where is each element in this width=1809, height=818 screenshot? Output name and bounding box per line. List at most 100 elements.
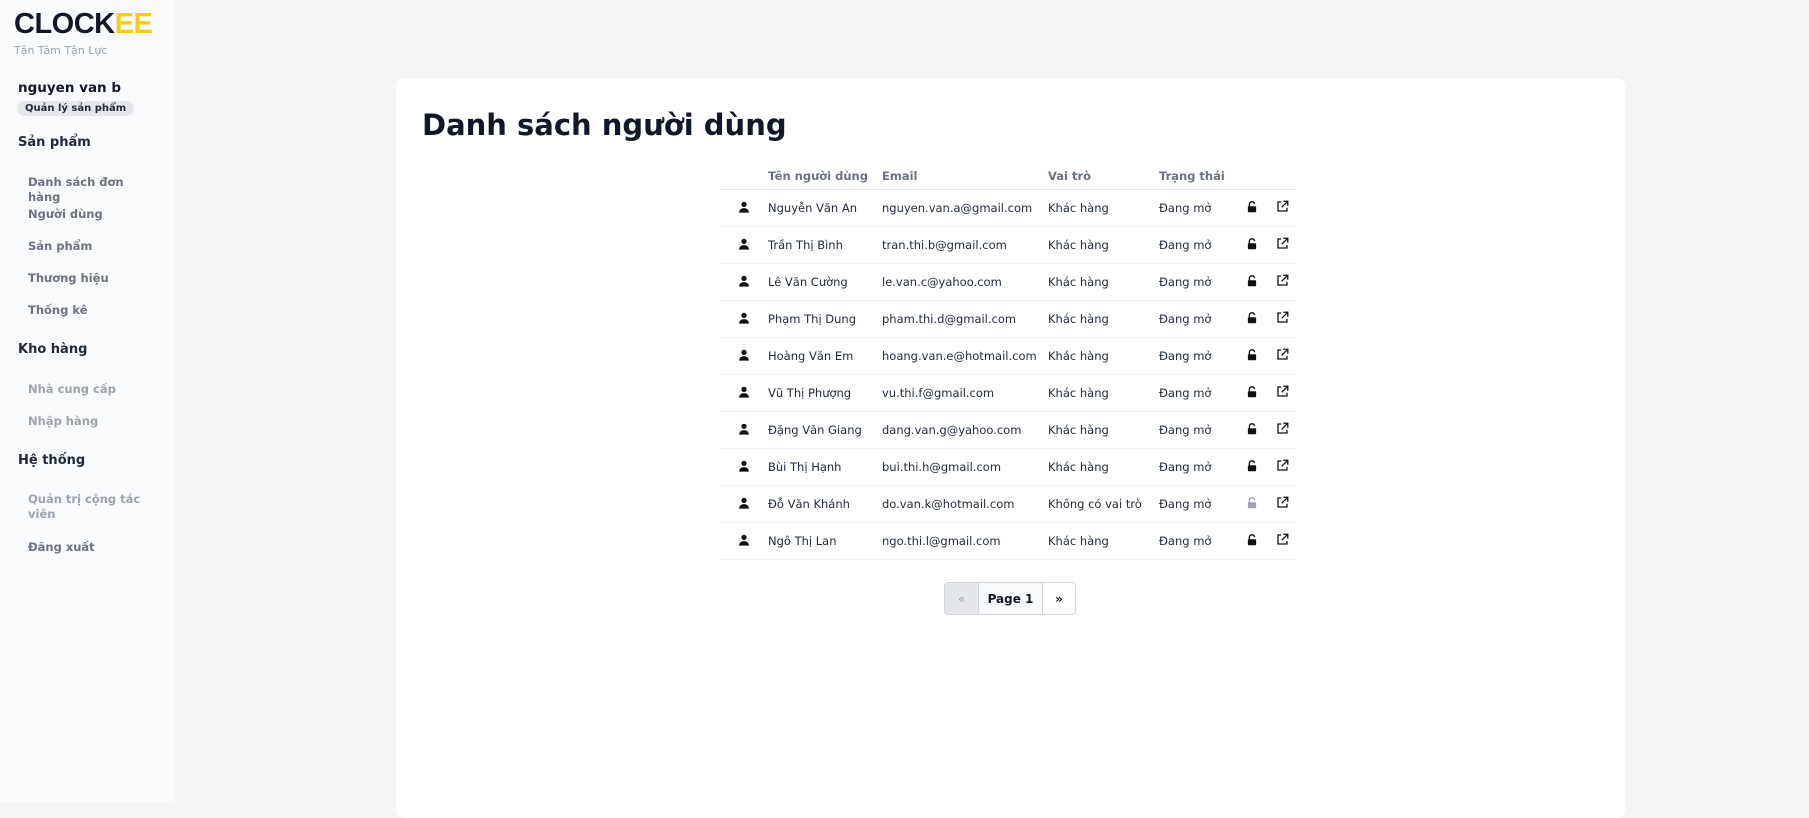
table-row[interactable]: Bùi Thị Hạnh bui.thi.h@gmail.com Khác hàng… bbox=[720, 448, 1297, 486]
cell-role: Khác hàng bbox=[1048, 189, 1159, 227]
cell-role: Khác hàng bbox=[1048, 448, 1159, 486]
cell-name: Nguyễn Văn An bbox=[768, 189, 882, 227]
sidebar-item-logout[interactable]: Đăng xuất bbox=[28, 540, 158, 555]
cell-email: dang.van.g@yahoo.com bbox=[882, 411, 1048, 449]
header-status[interactable]: Trạng thái bbox=[1159, 162, 1237, 190]
unlock-icon[interactable] bbox=[1246, 422, 1258, 438]
sidebar-item-imports[interactable]: Nhập hàng bbox=[28, 414, 158, 429]
user-icon bbox=[738, 460, 750, 475]
table-row[interactable]: Đỗ Văn Khánh do.van.k@hotmail.com Không có… bbox=[720, 485, 1297, 523]
sidebar-item-products[interactable]: Sản phẩm bbox=[28, 239, 158, 254]
table-row[interactable]: Ngô Thị Lan ngo.thi.l@gmail.com Khác hàng Đ… bbox=[720, 522, 1297, 560]
header-lock-col bbox=[1237, 162, 1267, 190]
external-link-icon[interactable] bbox=[1276, 422, 1289, 438]
table-row[interactable]: Trần Thị Bình tran.thi.b@gmail.com Khác hà… bbox=[720, 226, 1297, 264]
cell-name: Đỗ Văn Khánh bbox=[768, 485, 882, 523]
cell-name: Bùi Thị Hạnh bbox=[768, 448, 882, 486]
external-link-icon[interactable] bbox=[1276, 274, 1289, 290]
tagline: Tận Tâm Tận Lực bbox=[14, 44, 108, 57]
cell-name: Lê Văn Cường bbox=[768, 263, 882, 301]
header-email[interactable]: Email bbox=[882, 162, 1048, 190]
user-role-badge: Quản lý sản phẩm bbox=[17, 101, 135, 116]
external-link-icon[interactable] bbox=[1276, 348, 1289, 364]
table-row[interactable]: Đặng Văn Giang dang.van.g@yahoo.com Khác h… bbox=[720, 411, 1297, 449]
logo[interactable]: CLOCKEE bbox=[14, 8, 153, 40]
sidebar-item-users[interactable]: Người dùng bbox=[28, 207, 158, 222]
user-name: nguyen van b bbox=[18, 80, 122, 96]
external-link-icon[interactable] bbox=[1276, 496, 1289, 512]
unlock-icon[interactable] bbox=[1246, 533, 1258, 549]
cell-role: Khác hàng bbox=[1048, 411, 1159, 449]
cell-status: Đang mở bbox=[1159, 337, 1237, 375]
cell-name: Hoàng Văn Em bbox=[768, 337, 882, 375]
cell-email: vu.thi.f@gmail.com bbox=[882, 374, 1048, 412]
users-table: Tên người dùng Email Vai trò Trạng thái … bbox=[720, 162, 1297, 560]
external-link-icon[interactable] bbox=[1276, 311, 1289, 327]
cell-status: Đang mở bbox=[1159, 226, 1237, 264]
section-title-warehouse: Kho hàng bbox=[18, 342, 88, 357]
cell-name: Ngô Thị Lan bbox=[768, 522, 882, 560]
table-header-row: Tên người dùng Email Vai trò Trạng thái bbox=[720, 162, 1297, 190]
external-link-icon[interactable] bbox=[1276, 200, 1289, 216]
cell-status: Đang mở bbox=[1159, 411, 1237, 449]
cell-role: Khác hàng bbox=[1048, 337, 1159, 375]
table-row[interactable]: Lê Văn Cường le.van.c@yahoo.com Khác hàng Đ… bbox=[720, 263, 1297, 301]
next-page-button[interactable]: » bbox=[1043, 583, 1075, 614]
cell-email: ngo.thi.l@gmail.com bbox=[882, 522, 1048, 560]
cell-status: Đang mở bbox=[1159, 263, 1237, 301]
user-icon bbox=[738, 275, 750, 290]
cell-email: nguyen.van.a@gmail.com bbox=[882, 189, 1048, 227]
unlock-icon[interactable] bbox=[1246, 385, 1258, 401]
cell-email: do.van.k@hotmail.com bbox=[882, 485, 1048, 523]
cell-name: Trần Thị Bình bbox=[768, 226, 882, 264]
cell-email: hoang.van.e@hotmail.com bbox=[882, 337, 1048, 375]
sidebar-item-suppliers[interactable]: Nhà cung cấp bbox=[28, 382, 158, 397]
header-name[interactable]: Tên người dùng bbox=[768, 162, 882, 190]
sidebar: CLOCKEE Tận Tâm Tận Lực nguyen van b Quả… bbox=[0, 0, 175, 803]
cell-status: Đang mở bbox=[1159, 448, 1237, 486]
cell-role: Khác hàng bbox=[1048, 226, 1159, 264]
cell-role: Khác hàng bbox=[1048, 300, 1159, 338]
table-row[interactable]: Vũ Thị Phượng vu.thi.f@gmail.com Khác hàng… bbox=[720, 374, 1297, 412]
sidebar-item-collaborators[interactable]: Quản trị cộng tác viên bbox=[28, 492, 143, 522]
cell-email: tran.thi.b@gmail.com bbox=[882, 226, 1048, 264]
unlock-icon[interactable] bbox=[1246, 200, 1258, 216]
current-page: Page 1 bbox=[979, 583, 1043, 614]
cell-name: Vũ Thị Phượng bbox=[768, 374, 882, 412]
sidebar-item-statistics[interactable]: Thống kê bbox=[28, 303, 158, 318]
cell-role: Khác hàng bbox=[1048, 263, 1159, 301]
header-role[interactable]: Vai trò bbox=[1048, 162, 1159, 190]
cell-role: Khác hàng bbox=[1048, 522, 1159, 560]
external-link-icon[interactable] bbox=[1276, 459, 1289, 475]
cell-name: Phạm Thị Dung bbox=[768, 300, 882, 338]
user-icon bbox=[738, 534, 750, 549]
table-row[interactable]: Hoàng Văn Em hoang.van.e@hotmail.com Khác … bbox=[720, 337, 1297, 375]
page-title: Danh sách người dùng bbox=[422, 108, 787, 142]
prev-page-button[interactable]: « bbox=[945, 583, 979, 614]
unlock-icon[interactable] bbox=[1246, 311, 1258, 327]
section-title-system: Hệ thống bbox=[18, 453, 86, 468]
main-card: Danh sách người dùng Tên người dùng Emai… bbox=[396, 78, 1625, 818]
external-link-icon[interactable] bbox=[1276, 237, 1289, 253]
user-icon bbox=[738, 312, 750, 327]
cell-status: Đang mở bbox=[1159, 485, 1237, 523]
sidebar-item-orders[interactable]: Danh sách đơn hàng bbox=[28, 175, 158, 205]
cell-role: Khác hàng bbox=[1048, 374, 1159, 412]
cell-status: Đang mở bbox=[1159, 374, 1237, 412]
unlock-icon[interactable] bbox=[1246, 274, 1258, 290]
external-link-icon[interactable] bbox=[1276, 385, 1289, 401]
unlock-icon[interactable] bbox=[1246, 237, 1258, 253]
table-row[interactable]: Phạm Thị Dung pham.thi.d@gmail.com Khác hà… bbox=[720, 300, 1297, 338]
unlock-icon-disabled bbox=[1246, 496, 1258, 512]
unlock-icon[interactable] bbox=[1246, 459, 1258, 475]
user-icon bbox=[738, 349, 750, 364]
cell-role: Không có vai trò bbox=[1048, 485, 1159, 523]
sidebar-item-brands[interactable]: Thương hiệu bbox=[28, 271, 158, 286]
table-row[interactable]: Nguyễn Văn An nguyen.van.a@gmail.com Khác … bbox=[720, 189, 1297, 227]
cell-status: Đang mở bbox=[1159, 189, 1237, 227]
unlock-icon[interactable] bbox=[1246, 348, 1258, 364]
logo-text-accent: EE bbox=[114, 8, 153, 40]
external-link-icon[interactable] bbox=[1276, 533, 1289, 549]
logo-text-main: CLOCK bbox=[14, 8, 115, 40]
cell-email: le.van.c@yahoo.com bbox=[882, 263, 1048, 301]
